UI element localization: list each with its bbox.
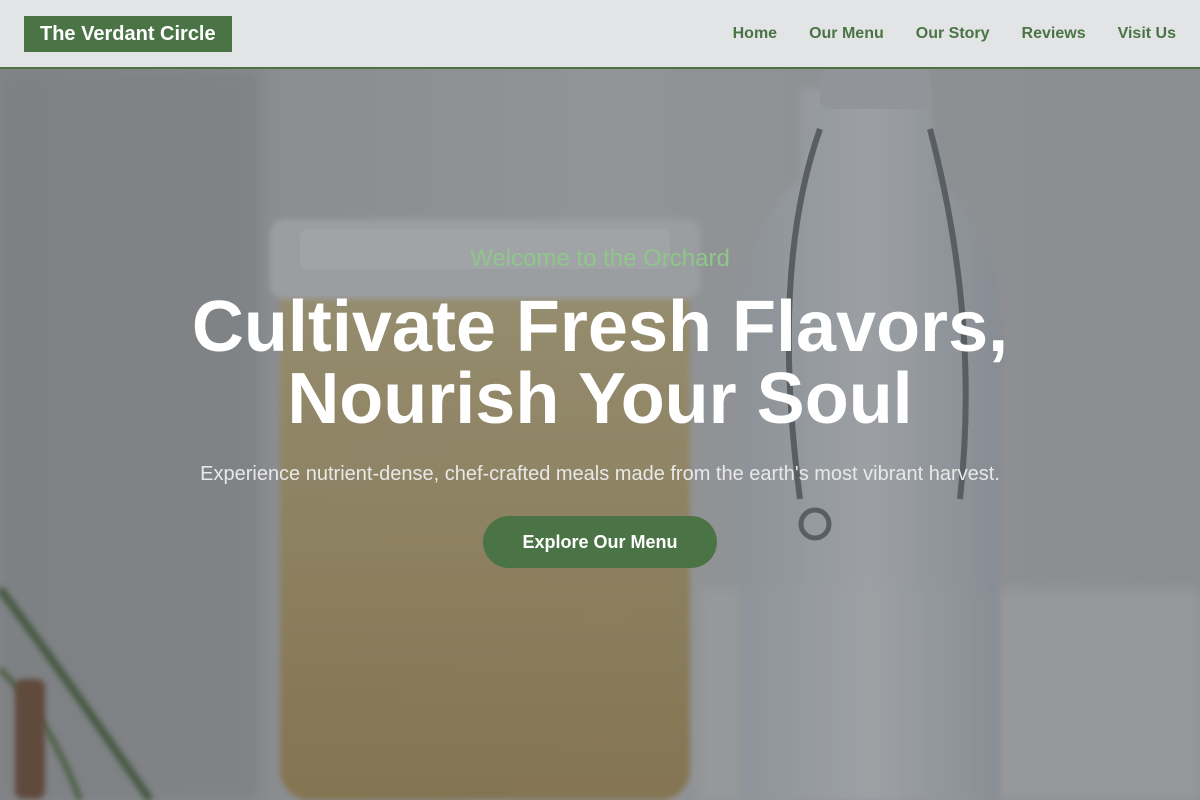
hero-headline-line-2: Nourish Your Soul (287, 359, 913, 439)
site-header: The Verdant Circle Home Our Menu Our Sto… (0, 0, 1200, 69)
nav-link-reviews[interactable]: Reviews (1022, 25, 1086, 43)
main-nav: Home Our Menu Our Story Reviews Visit Us (733, 0, 1176, 67)
hero-content: Welcome to the Orchard Cultivate Fresh F… (0, 69, 1200, 800)
nav-link-visit-us[interactable]: Visit Us (1118, 25, 1176, 43)
hero-eyebrow: Welcome to the Orchard (470, 245, 730, 272)
nav-link-home[interactable]: Home (733, 25, 777, 43)
nav-link-our-story[interactable]: Our Story (916, 25, 990, 43)
hero-subheading: Experience nutrient-dense, chef-crafted … (200, 463, 1000, 485)
explore-menu-button[interactable]: Explore Our Menu (483, 516, 717, 568)
hero-headline-line-1: Cultivate Fresh Flavors, (191, 287, 1009, 367)
hero-headline: Cultivate Fresh Flavors, Nourish Your So… (100, 291, 1100, 435)
nav-link-our-menu[interactable]: Our Menu (809, 25, 884, 43)
site-logo[interactable]: The Verdant Circle (24, 16, 232, 52)
